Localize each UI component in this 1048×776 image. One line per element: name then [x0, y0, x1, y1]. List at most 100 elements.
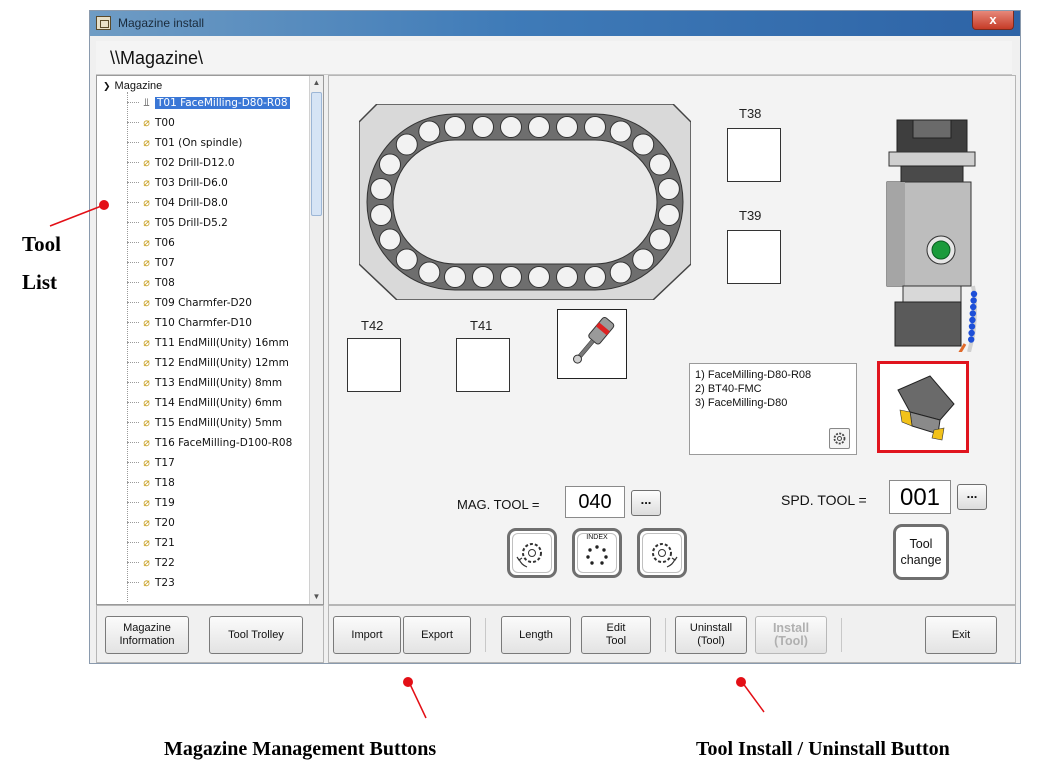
tool-icon: ⌀	[143, 176, 150, 189]
tree-item[interactable]: ⌀ T20	[127, 514, 175, 531]
spd-tool-field[interactable]: 001	[889, 480, 951, 514]
tree-item[interactable]: ⌀ T23	[127, 574, 175, 591]
magazine-pocket	[632, 248, 655, 271]
current-path: \\Magazine\	[110, 48, 204, 68]
tool-change-label: Tool change	[900, 537, 942, 567]
tool-list-tree[interactable]: ❯ Magazine ⫫ T01 FaceMilling-D80-R08 ⌀ T00 ⌀…	[96, 75, 324, 605]
tree-item[interactable]: ⌀ T17	[127, 454, 175, 471]
tree-item[interactable]: ⌀ T19	[127, 494, 175, 511]
coolant-hose-segment	[969, 310, 976, 317]
tree-item-label: T18	[155, 476, 175, 489]
tool-change-button[interactable]: Tool change	[893, 524, 949, 580]
tree-item-label: T01 FaceMilling-D80-R08	[155, 96, 290, 109]
magazine-pocket	[370, 204, 393, 226]
tree-item-label: T05 Drill-D5.2	[155, 216, 228, 229]
index-button[interactable]: INDEX	[572, 528, 622, 578]
scrollbar-thumb[interactable]	[311, 92, 322, 216]
tree-item[interactable]: ⌀ T16 FaceMilling-D100-R08	[127, 434, 292, 451]
tree-item[interactable]: ⌀ T14 EndMill(Unity) 6mm	[127, 394, 282, 411]
tree-item[interactable]: ⌀ T00	[127, 114, 175, 131]
tree-item[interactable]: ⌀ T01 (On spindle)	[127, 134, 242, 151]
magazine-pocket	[632, 133, 655, 156]
spd-tool-browse-button[interactable]: ...	[957, 484, 987, 510]
tool-info-line: 3) FaceMilling-D80	[695, 397, 788, 409]
rotate-cw-button[interactable]	[637, 528, 687, 578]
tree-item[interactable]: ⌀ T21	[127, 534, 175, 551]
magazine-pocket	[500, 116, 522, 138]
magazine-pocket	[657, 204, 680, 226]
tree-item[interactable]: ⌀ T11 EndMill(Unity) 16mm	[127, 334, 289, 351]
tool-icon: ⌀	[143, 216, 150, 229]
tree-item[interactable]: ⌀ T04 Drill-D8.0	[127, 194, 228, 211]
tree-item-label: T17	[155, 456, 175, 469]
rotate-ccw-button[interactable]	[507, 528, 557, 578]
install-tool-button[interactable]: Install (Tool)	[755, 616, 827, 654]
tree-item[interactable]: ⌀ T03 Drill-D6.0	[127, 174, 228, 191]
export-button[interactable]: Export	[403, 616, 471, 654]
magazine-chain-drawing	[359, 104, 691, 300]
scroll-up-arrow-icon[interactable]: ▲	[310, 76, 323, 90]
tree-item[interactable]: ⌀ T06	[127, 234, 175, 251]
slot-t41[interactable]	[456, 338, 510, 392]
edit-tool-button[interactable]: Edit Tool	[581, 616, 651, 654]
probe-slot[interactable]	[557, 309, 627, 379]
tree-item-label: T01 (On spindle)	[155, 136, 243, 149]
annotation-install-button: Tool Install / Uninstall Button	[696, 738, 950, 760]
magazine-pocket	[528, 266, 550, 288]
tool-icon: ⌀	[143, 276, 150, 289]
magazine-pocket	[370, 178, 393, 200]
tree-item-label: T23	[155, 576, 175, 589]
magazine-pocket	[472, 266, 494, 288]
tool-icon: ⌀	[143, 156, 150, 169]
tree-item[interactable]: ⌀ T13 EndMill(Unity) 8mm	[127, 374, 282, 391]
coolant-hose-segment	[970, 290, 978, 298]
tool-settings-button[interactable]	[829, 428, 850, 449]
exit-button[interactable]: Exit	[925, 616, 997, 654]
slot-t38[interactable]	[727, 128, 781, 182]
magazine-pocket	[418, 120, 441, 143]
gear-rotate-cw-icon	[652, 543, 678, 568]
tree-item[interactable]: ⌀ T15 EndMill(Unity) 5mm	[127, 414, 282, 431]
mag-tool-field[interactable]: 040	[565, 486, 625, 518]
app-icon	[96, 16, 111, 30]
spindle-tool-preview[interactable]	[877, 361, 969, 453]
chevron-down-icon[interactable]: ❯	[103, 81, 111, 92]
spindle-icon: ⫫	[143, 95, 150, 109]
tree-item[interactable]: ⌀ T12 EndMill(Unity) 12mm	[127, 354, 289, 371]
gear-rotate-ccw-icon	[516, 543, 542, 568]
mag-tool-browse-button[interactable]: ...	[631, 490, 661, 516]
magazine-pocket	[395, 248, 418, 271]
magazine-pocket	[556, 266, 578, 288]
slot-t42[interactable]	[347, 338, 401, 392]
close-button[interactable]: x	[972, 11, 1014, 30]
slot-t39[interactable]	[727, 230, 781, 284]
spindle-tool-info-box: 1) FaceMilling-D80-R08 2) BT40-FMC 3) Fa…	[689, 363, 857, 455]
annotation-tool-list-line1: Tool	[22, 232, 61, 256]
import-button[interactable]: Import	[333, 616, 401, 654]
tree-item[interactable]: ⌀ T05 Drill-D5.2	[127, 214, 228, 231]
magazine-pocket	[444, 116, 466, 138]
tree-item[interactable]: ⌀ T02 Drill-D12.0	[127, 154, 234, 171]
magazine-pocket	[379, 228, 401, 251]
magazine-pocket	[472, 116, 494, 138]
tree-item[interactable]: ⌀ T08	[127, 274, 175, 291]
tree-item[interactable]: ⌀ T18	[127, 474, 175, 491]
path-bar: \\Magazine\	[96, 41, 1012, 75]
length-button[interactable]: Length	[501, 616, 571, 654]
tree-item[interactable]: ⌀ T09 Charmfer-D20	[127, 294, 252, 311]
tree-item[interactable]: ⌀ T22	[127, 554, 175, 571]
tree-item[interactable]: ⌀ T10 Charmfer-D10	[127, 314, 252, 331]
tree-item[interactable]: ⫫ T01 FaceMilling-D80-R08	[127, 94, 290, 111]
scroll-down-arrow-icon[interactable]: ▼	[310, 590, 323, 604]
magazine-information-button[interactable]: Magazine Information	[105, 616, 189, 654]
magazine-pocket	[649, 228, 671, 251]
tree-scrollbar[interactable]: ▲ ▼	[309, 76, 323, 604]
slot-label-t41: T41	[470, 318, 493, 333]
index-dots-icon	[586, 545, 608, 565]
title-bar[interactable]: Magazine install x	[90, 11, 1020, 36]
tree-item[interactable]: ⌀ T07	[127, 254, 175, 271]
tool-trolley-button[interactable]: Tool Trolley	[209, 616, 303, 654]
coolant-hose-segment	[970, 303, 977, 311]
uninstall-tool-button[interactable]: Uninstall (Tool)	[675, 616, 747, 654]
tree-item-label: T13 EndMill(Unity) 8mm	[155, 376, 283, 389]
